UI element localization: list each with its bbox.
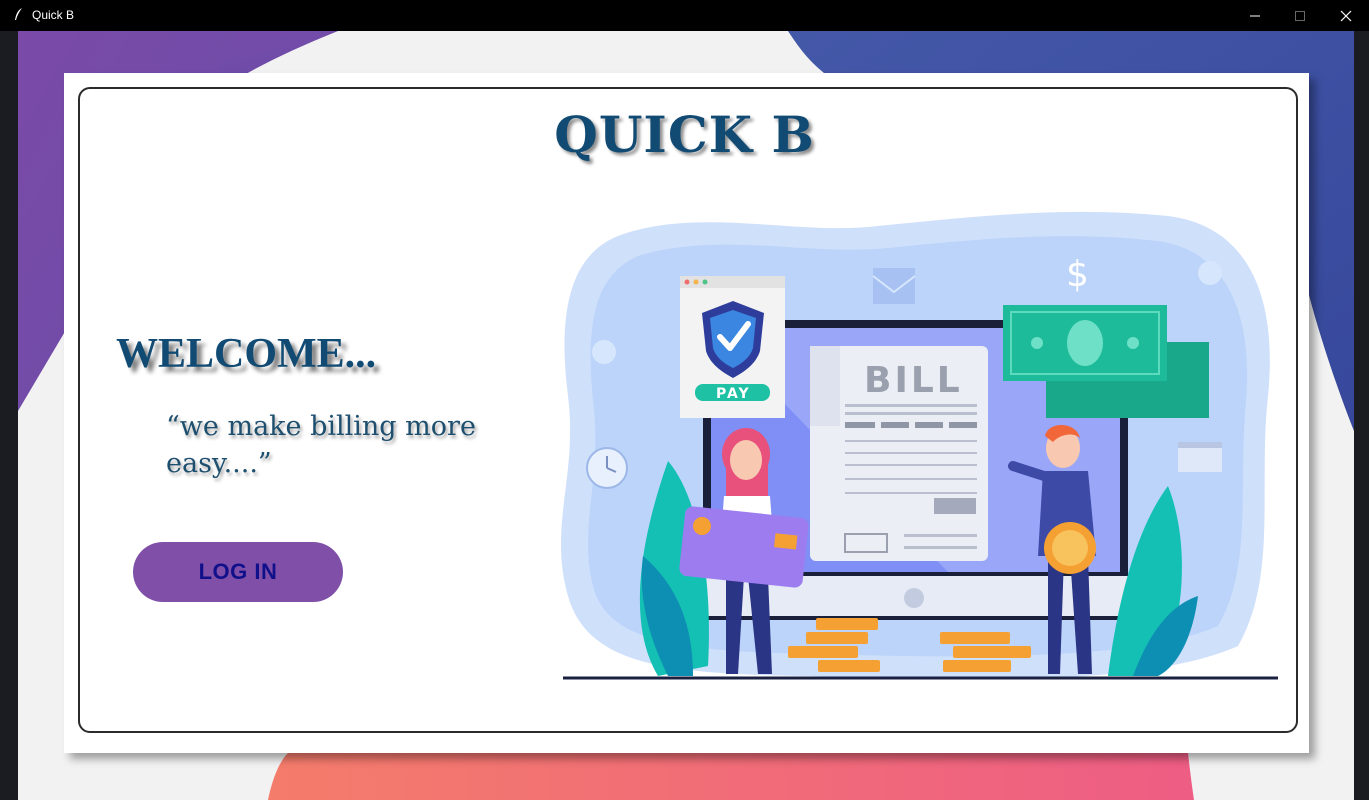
login-button[interactable]: LOG IN <box>133 542 343 602</box>
decor-circle <box>1198 261 1222 285</box>
minimize-button[interactable] <box>1232 0 1278 31</box>
window-titlebar: Quick B <box>0 0 1369 31</box>
calendar-icon <box>1178 442 1222 472</box>
maximize-button[interactable] <box>1277 0 1323 31</box>
clock-icon <box>586 447 628 489</box>
feather-icon <box>15 8 22 20</box>
dollar-icon: $ <box>1066 254 1089 295</box>
close-icon <box>1340 10 1352 21</box>
billing-illustration: $ BILL PAY <box>560 211 1278 680</box>
mail-icon <box>872 268 916 304</box>
app-title: QUICK B <box>554 105 815 164</box>
pay-security-card: PAY <box>680 276 785 418</box>
close-button[interactable] <box>1323 0 1369 31</box>
maximize-icon <box>1295 10 1305 21</box>
window-title: Quick B <box>32 8 75 22</box>
bill-title: BILL <box>864 360 963 401</box>
pay-label: PAY <box>716 386 751 402</box>
decor-circle <box>592 340 616 364</box>
minimize-icon <box>1250 15 1260 16</box>
welcome-heading: WELCOME... <box>116 331 377 377</box>
bill-document: BILL <box>810 346 988 561</box>
tagline-text: “we make billing more easy....” <box>166 411 476 479</box>
